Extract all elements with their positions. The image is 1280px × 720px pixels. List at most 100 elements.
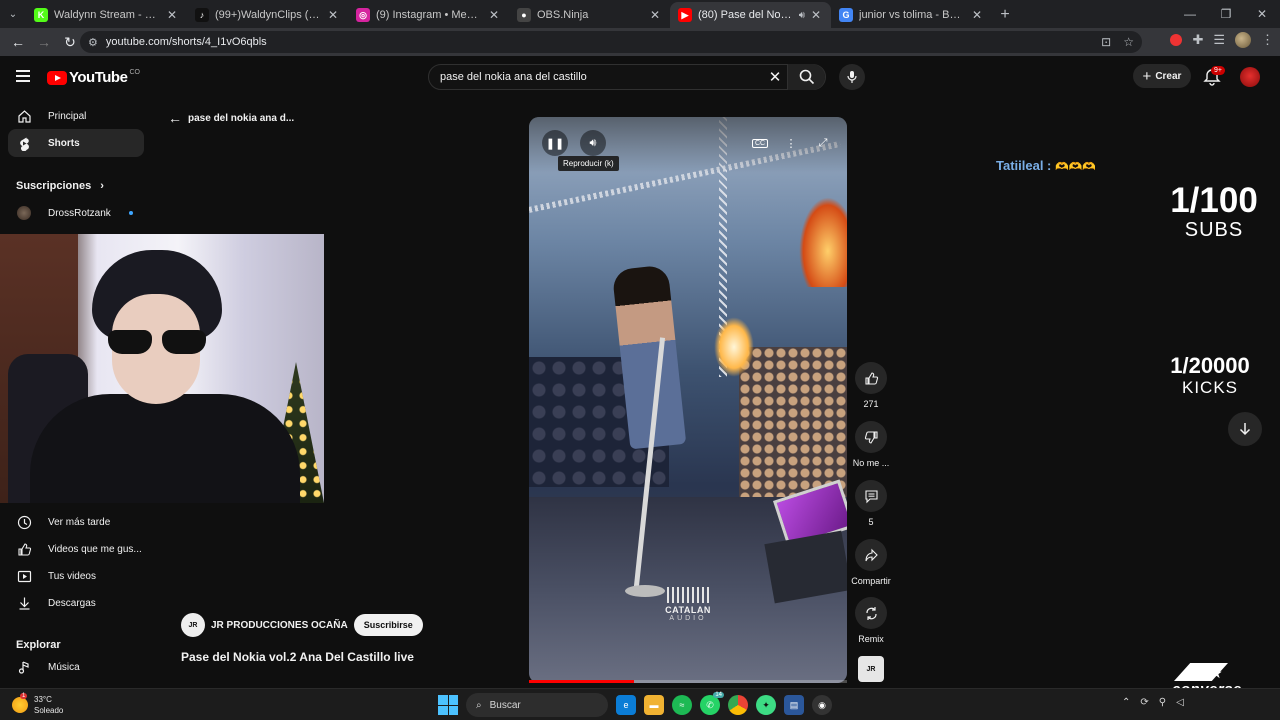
chrome-menu-icon[interactable]: ⋮ <box>1261 32 1274 48</box>
remix-action[interactable]: Remix <box>855 597 887 644</box>
channel-name[interactable]: JR PRODUCCIONES OCAÑA <box>211 620 348 631</box>
kicks-goal-label: KICKS <box>1181 378 1239 397</box>
close-tab-icon[interactable]: ✕ <box>809 8 823 22</box>
network-icon[interactable]: ⚲ <box>1159 697 1166 708</box>
progress-bar[interactable] <box>529 680 847 683</box>
create-button[interactable]: + Crear <box>1133 64 1191 88</box>
chrome-icon[interactable] <box>728 695 748 715</box>
channel-avatar[interactable]: JR <box>181 613 205 637</box>
spotify-icon[interactable]: ≈ <box>672 695 692 715</box>
site-info-icon[interactable]: ⚙ <box>88 36 98 49</box>
voice-search-button[interactable] <box>839 64 865 90</box>
comment-icon <box>864 489 878 503</box>
tab-title: (9) Instagram • Mensajes <box>376 9 483 21</box>
captions-button[interactable]: CC <box>747 130 773 156</box>
browser-tab[interactable]: K Waldynn Stream - Watch Live o ✕ <box>26 2 187 28</box>
taskbar-search[interactable]: ⌕ Buscar <box>466 693 608 717</box>
tab-search-button[interactable]: ⌄ <box>0 0 26 28</box>
app-green-icon[interactable]: ✦ <box>756 695 776 715</box>
clear-search-icon[interactable]: ✕ <box>763 68 787 86</box>
subscription-item[interactable]: DrossRotzank <box>8 199 144 227</box>
sidebar-item-label: Principal <box>48 110 87 122</box>
sidebar-item-descargas[interactable]: Descargas <box>8 589 144 617</box>
browser-tab[interactable]: ♪ (99+)WaldynClips (@waldyn_) | ✕ <box>187 2 348 28</box>
sidebar-item-label: Videos que me gus... <box>48 543 142 555</box>
microphone-icon <box>847 71 857 83</box>
fullscreen-button[interactable]: ⤢ <box>810 130 836 156</box>
sidebar-item-principal[interactable]: Principal <box>8 102 144 130</box>
share-action[interactable]: Compartir <box>851 539 891 586</box>
subscribe-button[interactable]: Suscribirse <box>353 614 423 636</box>
subscriptions-heading[interactable]: Suscripciones › <box>16 180 104 192</box>
forward-button[interactable]: → <box>32 30 56 54</box>
close-tab-icon[interactable]: ✕ <box>165 8 179 22</box>
sidebar-item-música[interactable]: Música <box>8 653 144 681</box>
tab-favicon-icon: K <box>34 8 48 22</box>
edge-icon[interactable]: e <box>616 695 636 715</box>
minimize-button[interactable]: — <box>1172 0 1208 28</box>
more-options-button[interactable]: ⋮ <box>778 130 804 156</box>
window-controls: — ❐ ✕ <box>1172 0 1280 28</box>
close-tab-icon[interactable]: ✕ <box>326 8 340 22</box>
browser-tab[interactable]: ● OBS.Ninja ✕ <box>509 2 670 28</box>
tab-title: (99+)WaldynClips (@waldyn_) | <box>215 9 322 21</box>
video-title: Pase del Nokia vol.2 Ana Del Castillo li… <box>181 650 414 664</box>
file-explorer-icon[interactable]: ▬ <box>644 695 664 715</box>
youtube-logo[interactable]: YouTube CO <box>47 69 140 86</box>
country-code: CO <box>129 69 140 76</box>
back-button[interactable]: ← <box>6 30 30 54</box>
browser-tab[interactable]: ◎ (9) Instagram • Mensajes ✕ <box>348 2 509 28</box>
extension-red-icon[interactable] <box>1170 34 1183 46</box>
share-label: Compartir <box>851 576 891 586</box>
back-to-results[interactable]: ← pase del nokia ana d... <box>168 110 294 126</box>
like-action[interactable]: 271 <box>855 362 887 409</box>
chevron-right-icon: › <box>100 180 104 192</box>
maximize-button[interactable]: ❐ <box>1208 0 1244 28</box>
channel-thumbnail[interactable]: JR <box>858 656 884 682</box>
dislike-action[interactable]: No me ... <box>853 421 889 468</box>
new-tab-button[interactable]: + <box>992 2 1018 28</box>
play-box-icon <box>16 568 32 584</box>
extensions-puzzle-icon[interactable]: ✚ <box>1192 32 1203 48</box>
search-button[interactable] <box>787 64 825 90</box>
close-tab-icon[interactable]: ✕ <box>970 8 984 22</box>
bookmark-star-icon[interactable]: ☆ <box>1123 35 1134 49</box>
thumbs-up-icon <box>16 541 32 557</box>
speaker-icon[interactable]: ◁ <box>1176 697 1184 708</box>
sidebar-item-tus-videos[interactable]: Tus videos <box>8 562 144 590</box>
weather-widget[interactable]: 1 33°C Soleado <box>12 693 63 716</box>
reload-button[interactable]: ↻ <box>58 30 82 54</box>
volume-button[interactable]: 🔊︎ <box>580 130 606 156</box>
browser-tab[interactable]: ▶ (80) Pase del Nokia vol.2 A🔊︎ ✕ <box>670 2 831 28</box>
account-avatar[interactable] <box>1240 67 1260 87</box>
obs-icon[interactable]: ◉ <box>812 695 832 715</box>
next-short-button[interactable] <box>1228 412 1262 446</box>
close-tab-icon[interactable]: ✕ <box>648 8 662 22</box>
shorts-player[interactable]: CATALAN AUDIO ❚❚ 🔊︎ CC ⋮ ⤢ <box>529 117 847 683</box>
hamburger-menu-icon[interactable] <box>16 70 30 82</box>
search-input[interactable]: pase del nokia ana del castillo <box>429 71 763 83</box>
close-window-button[interactable]: ✕ <box>1244 0 1280 28</box>
profile-avatar[interactable] <box>1235 32 1251 48</box>
whatsapp-icon[interactable]: ✆ 14 <box>700 692 724 715</box>
sidebar-item-ver-más-tarde[interactable]: Ver más tarde <box>8 508 144 536</box>
notepad-icon[interactable]: ▤ <box>784 695 804 715</box>
windows-start-icon[interactable] <box>438 695 458 715</box>
pause-icon: ❚❚ <box>545 137 565 150</box>
tab-title: (80) Pase del Nokia vol.2 A <box>698 9 797 21</box>
tray-app-icon[interactable]: ⟳ <box>1140 697 1148 708</box>
browser-tab[interactable]: Gjunior vs tolima - Buscar con G ✕ <box>831 2 992 28</box>
comments-action[interactable]: 5 <box>855 480 887 527</box>
dislike-label: No me ... <box>852 458 890 468</box>
sidebar-item-shorts[interactable]: Shorts <box>8 129 144 157</box>
address-bar[interactable]: ⚙ youtube.com/shorts/4_I1vO6qbls ⊡ ☆ <box>80 31 1142 53</box>
subs-goal: 1/100 SUBS <box>1160 183 1268 242</box>
install-app-icon[interactable]: ⊡ <box>1101 35 1111 49</box>
reading-list-icon[interactable]: ☰ <box>1213 32 1225 48</box>
tab-audio-icon[interactable]: 🔊︎ <box>799 10 805 21</box>
pause-button[interactable]: ❚❚ <box>542 130 568 156</box>
close-tab-icon[interactable]: ✕ <box>487 8 501 22</box>
show-hidden-icons-icon[interactable]: ⌃ <box>1122 697 1130 708</box>
sun-icon: 1 <box>12 693 28 713</box>
sidebar-item-videos-que-me-gus[interactable]: Videos que me gus... <box>8 535 144 563</box>
